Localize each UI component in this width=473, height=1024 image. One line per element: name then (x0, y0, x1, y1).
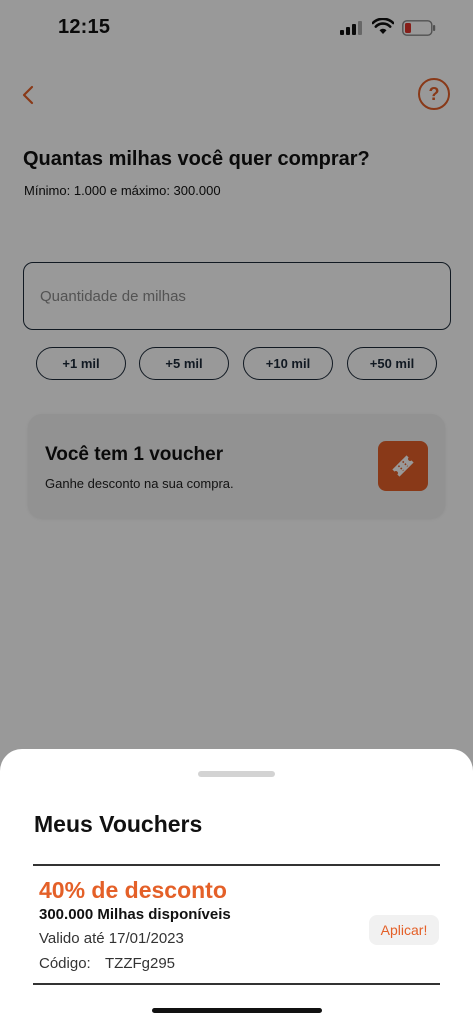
voucher-code-label: Código: (39, 955, 91, 972)
apply-voucher-button[interactable]: Aplicar! (369, 915, 439, 945)
vouchers-bottom-sheet: Meus Vouchers 40% de desconto 300.000 Mi… (0, 749, 473, 1024)
home-indicator (152, 1008, 322, 1013)
sheet-title: Meus Vouchers (34, 811, 203, 837)
voucher-miles: 300.000 Milhas disponíveis (39, 906, 231, 923)
voucher-discount: 40% de desconto (39, 877, 227, 903)
divider-top (33, 864, 440, 866)
sheet-drag-handle[interactable] (198, 771, 275, 777)
voucher-valid-until: Valido até 17/01/2023 (39, 930, 184, 947)
voucher-code-value: TZZFg295 (105, 955, 176, 972)
screen: 12:15 ? Quantas milhas você quer comprar… (0, 0, 473, 1024)
divider-bottom (33, 983, 440, 985)
